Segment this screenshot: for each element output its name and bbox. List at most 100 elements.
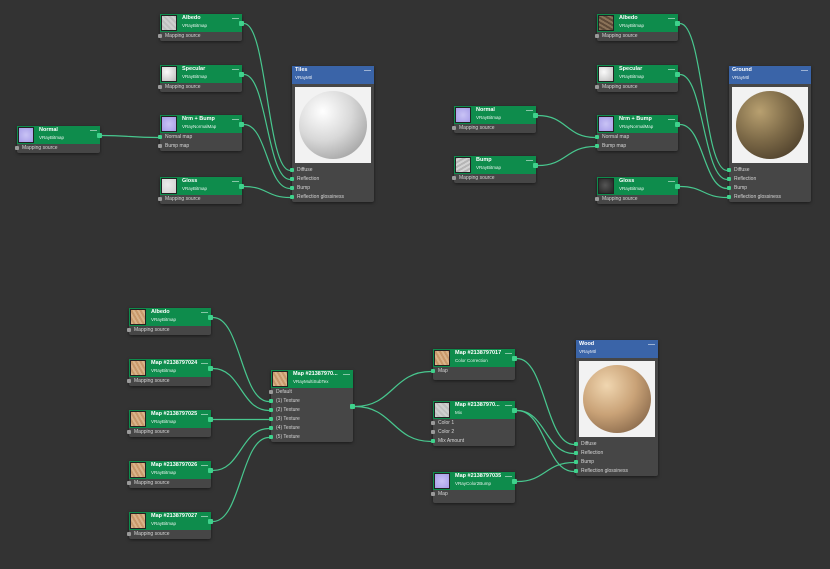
material-node-wood[interactable]: Wood VRayMtl — Diffuse Reflection Bump R…	[574, 340, 658, 476]
wire[interactable]	[354, 370, 432, 408]
texture-node-color-correction[interactable]: Map #2138797017 Color Correction — Map	[431, 349, 517, 380]
texture-node-albedo[interactable]: Albedo VRayBitmap — Mapping source	[595, 14, 680, 41]
socket-mapping-source[interactable]: Mapping source	[452, 174, 536, 183]
texture-node-multisubtex[interactable]: Map #2138797​0... VRayMultiSubTex — Defa…	[269, 370, 355, 442]
collapse-button[interactable]: —	[232, 116, 239, 123]
socket-mapping-source[interactable]: Mapping source	[127, 479, 211, 488]
output-socket[interactable]	[208, 417, 213, 422]
collapse-button[interactable]: —	[526, 157, 533, 164]
collapse-button[interactable]: —	[201, 513, 208, 520]
socket-reflection[interactable]: Reflection	[290, 175, 374, 184]
socket-mapping-source[interactable]: Mapping source	[452, 124, 536, 133]
texture-node-albedo[interactable]: Albedo VRayBitmap — Mapping source	[158, 14, 244, 41]
texture-node-nrm-bump[interactable]: Nrm + Bump VRayNormalMap — Normal map Bu…	[158, 115, 244, 151]
collapse-button[interactable]: —	[526, 107, 533, 114]
socket-bump[interactable]: Bump	[574, 458, 658, 467]
output-socket[interactable]	[239, 122, 244, 127]
texture-node-map-025[interactable]: Map #2138797025 VRayBitmap — Mapping sou…	[127, 410, 213, 437]
socket-mapping-source[interactable]: Mapping source	[127, 377, 211, 386]
socket-mapping-source[interactable]: Mapping source	[127, 428, 211, 437]
wire[interactable]	[679, 73, 728, 181]
socket-texture-3[interactable]: (3) Texture	[269, 415, 353, 424]
socket-diffuse[interactable]: Diffuse	[574, 440, 658, 449]
collapse-button[interactable]: —	[668, 116, 675, 123]
texture-node-specular[interactable]: Specular VRayBitmap — Mapping source	[158, 65, 244, 92]
wire[interactable]	[679, 185, 728, 199]
socket-mix-amount[interactable]: Mix Amount	[431, 437, 515, 446]
wire[interactable]	[679, 22, 728, 172]
socket-reflection-glossiness[interactable]: Reflection glossiness	[727, 193, 811, 202]
socket-mapping-source[interactable]: Mapping source	[595, 83, 678, 92]
socket-bump[interactable]: Bump	[290, 184, 374, 193]
wire[interactable]	[516, 409, 575, 455]
texture-node-normal[interactable]: Normal VRayBitmap — Mapping source	[452, 106, 538, 133]
wire[interactable]	[679, 123, 728, 190]
wire[interactable]	[354, 405, 432, 443]
wire[interactable]	[516, 461, 575, 483]
wire[interactable]	[212, 316, 270, 403]
output-socket[interactable]	[208, 315, 213, 320]
socket-color-1[interactable]: Color 1	[431, 419, 515, 428]
output-socket[interactable]	[675, 21, 680, 26]
texture-node-normal[interactable]: Normal VRayBitmap — Mapping source	[15, 126, 102, 153]
socket-mapping-source[interactable]: Mapping source	[127, 326, 211, 335]
socket-map[interactable]: Map	[431, 367, 515, 376]
output-socket[interactable]	[239, 184, 244, 189]
collapse-button[interactable]: —	[668, 66, 675, 73]
material-node-tiles[interactable]: Tiles VRayMtl — Diffuse Reflection Bump …	[290, 66, 374, 202]
socket-mapping-source[interactable]: Mapping source	[158, 83, 242, 92]
socket-reflection-glossiness[interactable]: Reflection glossiness	[574, 467, 658, 476]
socket-reflection[interactable]: Reflection	[574, 449, 658, 458]
texture-node-albedo[interactable]: Albedo VRayBitmap — Mapping source	[127, 308, 213, 335]
socket-bump[interactable]: Bump	[727, 184, 811, 193]
output-socket[interactable]	[533, 163, 538, 168]
wire[interactable]	[212, 367, 270, 412]
collapse-button[interactable]: —	[801, 67, 808, 74]
socket-texture-2[interactable]: (2) Texture	[269, 406, 353, 415]
texture-node-specular[interactable]: Specular VRayBitmap — Mapping source	[595, 65, 680, 92]
texture-node-nrm-bump[interactable]: Nrm + Bump VRayNormalMap — Normal map Bu…	[595, 115, 680, 151]
socket-bump-map[interactable]: Bump map	[595, 142, 678, 151]
socket-color-2[interactable]: Color 2	[431, 428, 515, 437]
socket-normal-map[interactable]: Normal map	[595, 133, 678, 142]
output-socket[interactable]	[675, 72, 680, 77]
socket-reflection[interactable]: Reflection	[727, 175, 811, 184]
collapse-button[interactable]: —	[201, 462, 208, 469]
wire[interactable]	[516, 409, 575, 473]
collapse-button[interactable]: —	[505, 350, 512, 357]
material-node-ground[interactable]: Ground VRayMtl — Diffuse Reflection Bump…	[727, 66, 811, 202]
collapse-button[interactable]: —	[668, 15, 675, 22]
output-socket[interactable]	[675, 122, 680, 127]
wire[interactable]	[243, 123, 291, 190]
output-socket[interactable]	[97, 133, 102, 138]
socket-mapping-source[interactable]: Mapping source	[158, 195, 242, 204]
socket-mapping-source[interactable]: Mapping source	[595, 195, 678, 204]
collapse-button[interactable]: —	[343, 371, 350, 378]
socket-texture-1[interactable]: (1) Texture	[269, 397, 353, 406]
output-socket[interactable]	[239, 72, 244, 77]
wire[interactable]	[243, 73, 291, 181]
output-socket[interactable]	[350, 404, 355, 409]
wire[interactable]	[243, 22, 291, 172]
collapse-button[interactable]: —	[232, 178, 239, 185]
output-socket[interactable]	[512, 408, 517, 413]
output-socket[interactable]	[208, 468, 213, 473]
texture-node-gloss[interactable]: Gloss VRayBitmap — Mapping source	[158, 177, 244, 204]
collapse-button[interactable]: —	[648, 341, 655, 348]
wire[interactable]	[212, 427, 270, 472]
collapse-button[interactable]: —	[232, 15, 239, 22]
output-socket[interactable]	[675, 184, 680, 189]
socket-mapping-source[interactable]: Mapping source	[595, 32, 678, 41]
collapse-button[interactable]: —	[201, 360, 208, 367]
socket-normal-map[interactable]: Normal map	[158, 133, 242, 142]
texture-node-mix[interactable]: Map #2138797​0... Mix — Color 1 Color 2 …	[431, 401, 517, 446]
socket-bump-map[interactable]: Bump map	[158, 142, 242, 151]
socket-reflection-glossiness[interactable]: Reflection glossiness	[290, 193, 374, 202]
wire[interactable]	[212, 436, 270, 523]
wire[interactable]	[101, 134, 159, 139]
socket-default[interactable]: Default	[269, 388, 353, 397]
socket-texture-4[interactable]: (4) Texture	[269, 424, 353, 433]
output-socket[interactable]	[512, 356, 517, 361]
collapse-button[interactable]: —	[364, 67, 371, 74]
output-socket[interactable]	[208, 519, 213, 524]
